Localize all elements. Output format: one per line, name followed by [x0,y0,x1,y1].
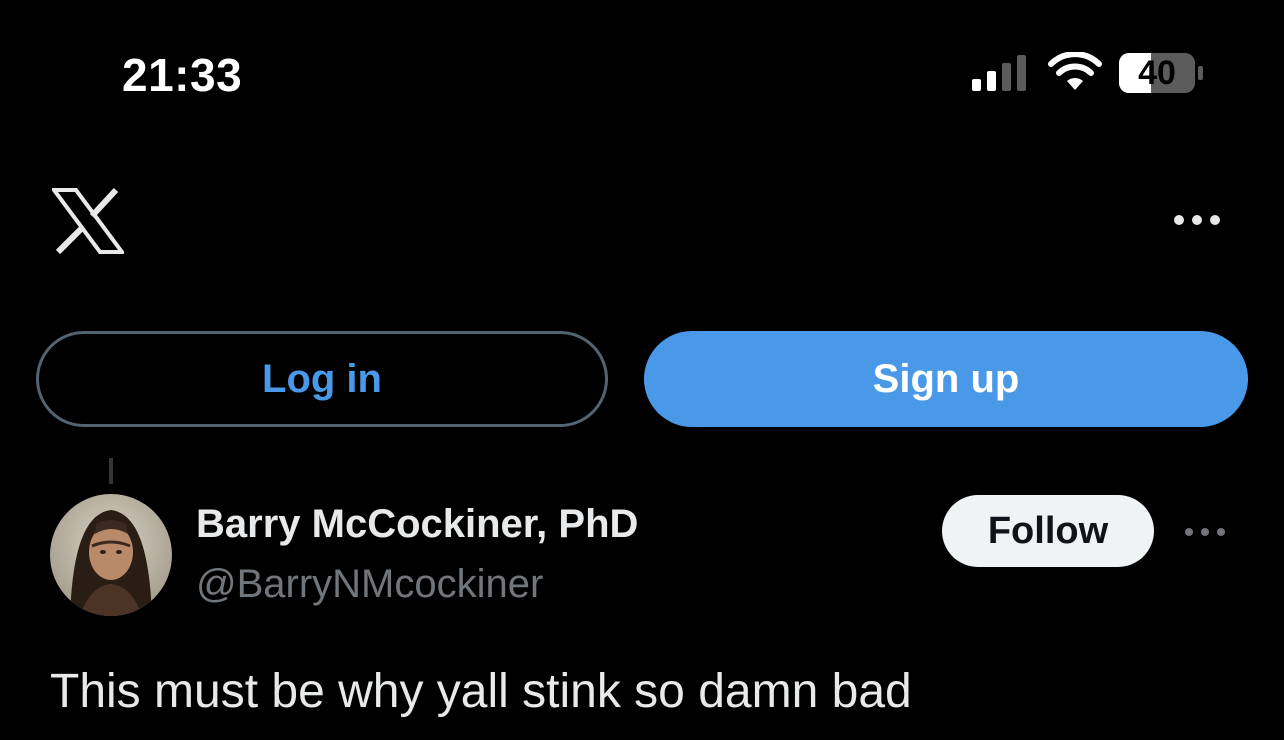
avatar-image [50,494,172,616]
author-display-name[interactable]: Barry McCockiner, PhD [196,502,638,547]
battery-level: 40 [1138,54,1176,92]
cellular-signal-icon [972,55,1026,91]
more-horizontal-icon[interactable] [1180,516,1230,548]
more-horizontal-icon[interactable] [1168,200,1226,240]
status-time: 21:33 [122,49,243,101]
wifi-icon [1048,52,1102,90]
author-handle[interactable]: @BarryNMcockiner [196,562,543,607]
login-button[interactable]: Log in [36,331,608,427]
follow-button[interactable]: Follow [942,495,1154,567]
signup-button[interactable]: Sign up [644,331,1248,427]
x-logo-icon[interactable] [52,188,124,254]
tweet-text: This must be why yall stink so damn bad [50,665,912,718]
thread-connector-line [109,458,113,484]
status-bar: 21:33 40 [0,0,1284,150]
avatar[interactable] [50,494,172,616]
